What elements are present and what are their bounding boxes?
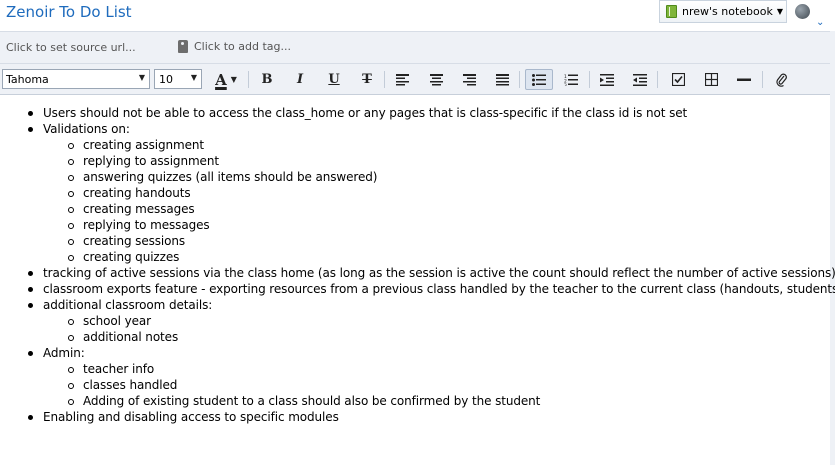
sub-list-item: school year xyxy=(68,313,835,329)
sub-list-item: answering quizzes (all items should be a… xyxy=(68,169,835,185)
sub-list-item: creating quizzes xyxy=(68,249,835,265)
list-item-text: Enabling and disabling access to specifi… xyxy=(43,410,339,424)
checkbox-button[interactable] xyxy=(666,69,690,90)
add-tag-field[interactable]: Click to add tag... xyxy=(178,40,291,53)
formatting-toolbar: Tahoma ▼ 10 ▼ A ▼ B I U T 123 xyxy=(0,64,830,95)
font-family-value: Tahoma xyxy=(6,72,49,86)
chevron-down-icon: ▼ xyxy=(230,75,237,84)
sub-list-item: additional notes xyxy=(68,329,835,345)
sub-list-item: creating assignment xyxy=(68,137,835,153)
list-item-text: classroom exports feature - exporting re… xyxy=(43,282,835,296)
sub-list-item: creating messages xyxy=(68,201,835,217)
italic-icon: I xyxy=(296,72,304,87)
indent-icon xyxy=(600,73,614,86)
italic-button[interactable]: I xyxy=(288,69,312,90)
align-right-button[interactable] xyxy=(457,69,481,90)
toolbar-divider xyxy=(762,71,763,88)
numbered-list-icon: 123 xyxy=(564,74,578,86)
sub-list: teacher info classes handled Adding of exi… xyxy=(43,361,835,409)
font-color-icon: A xyxy=(215,70,227,89)
font-family-select[interactable]: Tahoma ▼ xyxy=(2,69,150,89)
list-item-text: Admin: xyxy=(43,346,85,360)
sub-list-item: replying to assignment xyxy=(68,153,835,169)
font-size-value: 10 xyxy=(159,72,173,86)
chevron-down-icon: ▼ xyxy=(776,7,784,16)
collapse-chevron-icon[interactable]: ⌄ xyxy=(816,17,824,28)
svg-text:3: 3 xyxy=(564,83,567,86)
align-left-button[interactable] xyxy=(390,69,414,90)
align-center-icon xyxy=(429,73,443,85)
bulleted-list-icon xyxy=(532,73,546,86)
list-item-text: additional classroom details: xyxy=(43,298,213,312)
chevron-down-icon: ▼ xyxy=(138,73,145,82)
bulleted-list-button[interactable] xyxy=(525,69,553,90)
sub-list: creating assignment replying to assignmen… xyxy=(43,137,835,265)
chevron-down-icon: ▼ xyxy=(190,73,197,82)
numbered-list-button[interactable]: 123 xyxy=(559,69,583,90)
toolbar-divider xyxy=(519,71,520,88)
add-tag-label: Click to add tag... xyxy=(194,40,291,53)
list-item: Validations on: creating assignment replyi… xyxy=(43,121,835,265)
toolbar-divider xyxy=(657,71,658,88)
list-item-text: tracking of active sessions via the clas… xyxy=(43,266,835,280)
notebook-label: nrew's notebook xyxy=(682,5,773,18)
align-left-icon xyxy=(395,73,409,85)
tag-icon xyxy=(178,40,188,53)
horizontal-rule-button[interactable] xyxy=(732,69,756,90)
table-button[interactable] xyxy=(699,69,723,90)
indent-button[interactable] xyxy=(595,69,619,90)
sub-list-item: replying to messages xyxy=(68,217,835,233)
toolbar-divider xyxy=(589,71,590,88)
attachment-button[interactable] xyxy=(770,69,794,90)
page-title: Zenoir To Do List xyxy=(6,3,132,21)
notebook-selector[interactable]: nrew's notebook ▼ xyxy=(659,0,787,23)
strikethrough-button[interactable]: T xyxy=(355,69,379,90)
font-color-button[interactable]: A ▼ xyxy=(210,69,242,90)
horizontal-rule-icon xyxy=(737,78,751,81)
bold-icon: B xyxy=(261,72,273,87)
list-item-text: Validations on: xyxy=(43,122,130,136)
outdent-icon xyxy=(633,73,647,86)
sub-list-item: creating sessions xyxy=(68,233,835,249)
list-item: Enabling and disabling access to specifi… xyxy=(43,409,835,425)
sub-list: school year additional notes xyxy=(43,313,835,345)
globe-icon[interactable] xyxy=(795,4,810,19)
notebook-icon xyxy=(666,5,677,18)
list-item-text: Users should not be able to access the c… xyxy=(43,106,688,120)
list-item: Admin: teacher info classes handled Adding … xyxy=(43,345,835,409)
title-bar: Zenoir To Do List nrew's notebook ▼ ⌄ xyxy=(0,0,835,31)
source-url-field[interactable]: Click to set source url... xyxy=(6,41,136,54)
align-right-icon xyxy=(462,73,476,85)
list-item: classroom exports feature - exporting re… xyxy=(43,281,835,297)
note-meta-bar: Click to set source url... Click to add … xyxy=(0,31,830,64)
sub-list-item: Adding of existing student to a class sh… xyxy=(68,393,835,409)
list-item: tracking of active sessions via the clas… xyxy=(43,265,835,281)
align-justify-button[interactable] xyxy=(490,69,514,90)
list-item: Users should not be able to access the c… xyxy=(43,105,835,121)
align-center-button[interactable] xyxy=(424,69,448,90)
table-icon xyxy=(704,73,718,86)
note-bullet-list: Users should not be able to access the c… xyxy=(43,105,835,425)
font-size-select[interactable]: 10 ▼ xyxy=(154,69,202,89)
toolbar-divider xyxy=(384,71,385,88)
outdent-button[interactable] xyxy=(628,69,652,90)
list-item: additional classroom details: school year… xyxy=(43,297,835,345)
align-justify-icon xyxy=(495,73,509,85)
sub-list-item: classes handled xyxy=(68,377,835,393)
checkbox-icon xyxy=(671,73,685,86)
underline-button[interactable]: U xyxy=(322,69,346,90)
strikethrough-icon: T xyxy=(362,72,372,87)
paperclip-icon xyxy=(776,73,787,87)
toolbar-divider xyxy=(248,71,249,88)
sub-list-item: teacher info xyxy=(68,361,835,377)
sub-list-item: creating handouts xyxy=(68,185,835,201)
bold-button[interactable]: B xyxy=(255,69,279,90)
underline-icon: U xyxy=(328,72,340,87)
note-editor[interactable]: Users should not be able to access the c… xyxy=(0,96,835,465)
